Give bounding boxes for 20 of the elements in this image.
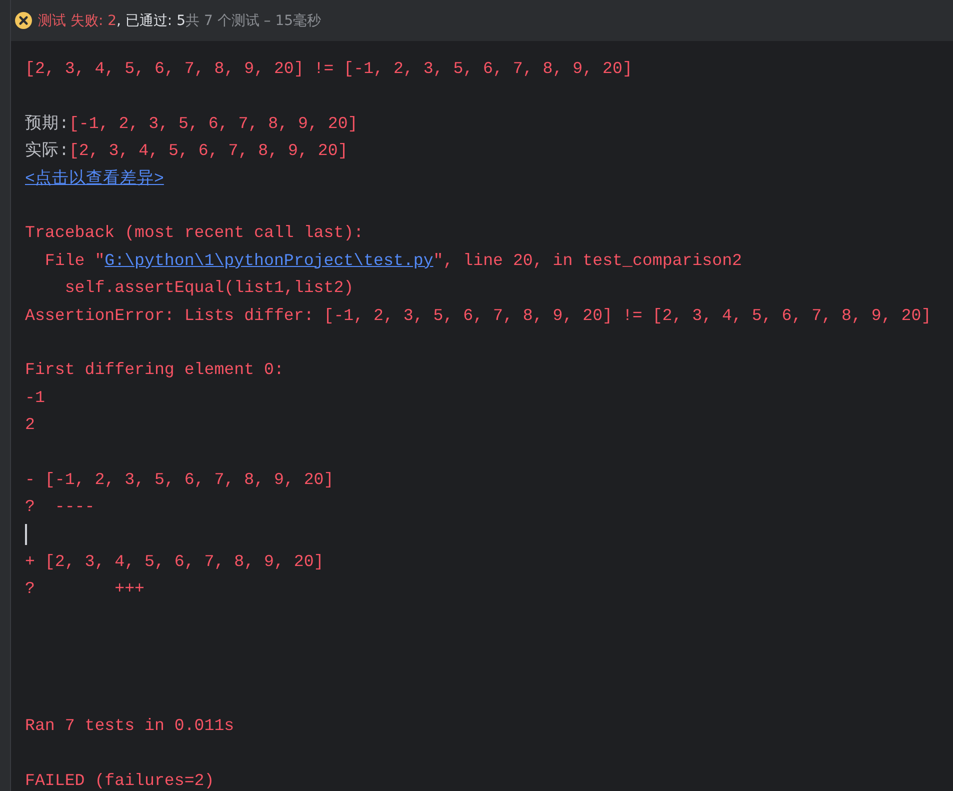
test-status-summary: 测试 失败: 2, 已通过: 5共 7 个测试 – 15毫秒 [38,12,322,30]
console-line: [2, 3, 4, 5, 6, 7, 8, 9, 20] != [-1, 2, 3, 5, 6, 7, 8, 9, 20] [25,58,632,80]
console-line: - [-1, 2, 3, 5, 6, 7, 8, 9, 20] [25,468,334,491]
console-line: ? ---- [25,496,95,518]
text-cursor [25,524,27,545]
console-line: AssertionError: Lists differ: [-1, 2, 3, 5, 6, 7, 8, 9, 20] != [2, 3, 4, 5, 6, 7, 8, 9, 20] [25,304,932,327]
console-line: Ran 7 tests in 0.011s [25,715,234,738]
console-line: 2 [25,414,35,436]
console-line: File "G:\python\1\pythonProject\test.py", line 20, in test_comparison2 [44,250,742,272]
console-line: 实际:[2, 3, 4, 5, 6, 7, 8, 9, 20] [25,140,348,162]
console-line: + [2, 3, 4, 5, 6, 7, 8, 9, 20] [25,551,324,574]
console-line: self.assertEqual(list1,list2) [64,277,354,300]
console-line: 预期:[-1, 2, 3, 5, 6, 7, 8, 9, 20] [25,112,358,135]
console-line: FAILED (failures=2) [25,770,214,791]
console-line: ? +++ [25,578,144,600]
console-line: First differing element 0: [25,359,284,382]
link[interactable]: <点击以查看差异> [25,164,164,192]
console-line: Traceback (most recent call last): [25,222,364,244]
link[interactable]: G:\python\1\pythonProject\test.py [104,250,434,270]
console-line: -1 [25,386,45,409]
